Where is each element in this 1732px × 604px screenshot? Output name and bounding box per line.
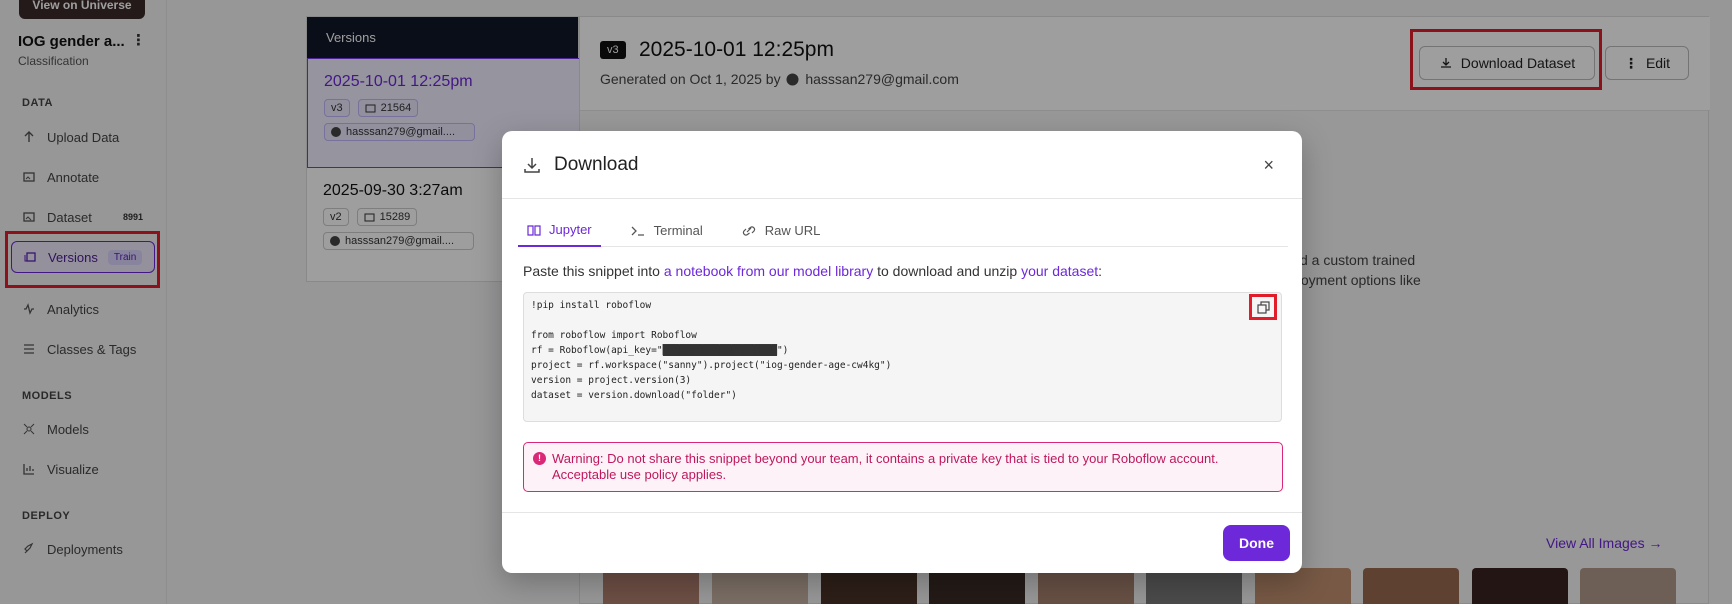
code-line: dataset = version.download("folder") (531, 390, 737, 401)
code-line: from roboflow import Roboflow (531, 330, 697, 341)
tab-raw-url[interactable]: Raw URL (732, 214, 830, 247)
tab-label: Jupyter (549, 222, 592, 237)
alert-icon: ! (533, 452, 546, 465)
your-dataset-link[interactable]: your dataset (1021, 263, 1098, 279)
warning-text: Acceptable use policy applies. (552, 467, 727, 482)
copy-button[interactable] (1249, 294, 1277, 320)
terminal-icon (631, 226, 644, 236)
tab-label: Raw URL (764, 223, 821, 238)
book-icon (527, 224, 541, 236)
code-line: rf = Roboflow(api_key="█████████████████… (531, 343, 1274, 358)
copy-icon (1256, 300, 1270, 314)
code-line: project = rf.workspace("sanny").project(… (531, 360, 892, 371)
instr-text: to download and unzip (873, 263, 1022, 279)
download-modal: Download × Jupyter Terminal Raw URL Past… (502, 131, 1302, 573)
warning-text: Warning: Do not share this snippet beyon… (552, 451, 1219, 466)
modal-footer-divider (502, 512, 1302, 513)
modal-header: Download (502, 131, 1302, 199)
download-tabs: Jupyter Terminal Raw URL (518, 214, 1288, 247)
code-snippet[interactable]: !pip install roboflow from roboflow impo… (523, 292, 1282, 422)
modal-title: Download (554, 153, 639, 175)
model-library-link[interactable]: a notebook from our model library (664, 263, 873, 279)
close-icon[interactable]: × (1263, 155, 1274, 176)
code-text: rf = Roboflow(api_key=" (531, 345, 663, 356)
link-icon (742, 225, 755, 236)
download-icon (524, 157, 540, 173)
code-line: !pip install roboflow (531, 300, 652, 311)
code-line: version = project.version(3) (531, 375, 692, 386)
tab-jupyter[interactable]: Jupyter (518, 214, 601, 247)
instr-text: Paste this snippet into (523, 263, 664, 279)
done-button[interactable]: Done (1223, 525, 1290, 561)
tab-label: Terminal (653, 223, 703, 238)
instr-text: : (1098, 263, 1103, 279)
redacted-api-key: ████████████████████ (662, 345, 777, 356)
warning-banner: ! Warning: Do not share this snippet bey… (523, 442, 1283, 492)
snippet-instructions: Paste this snippet into a notebook from … (523, 263, 1102, 279)
code-text: ") (776, 345, 789, 356)
tab-terminal[interactable]: Terminal (621, 214, 712, 247)
